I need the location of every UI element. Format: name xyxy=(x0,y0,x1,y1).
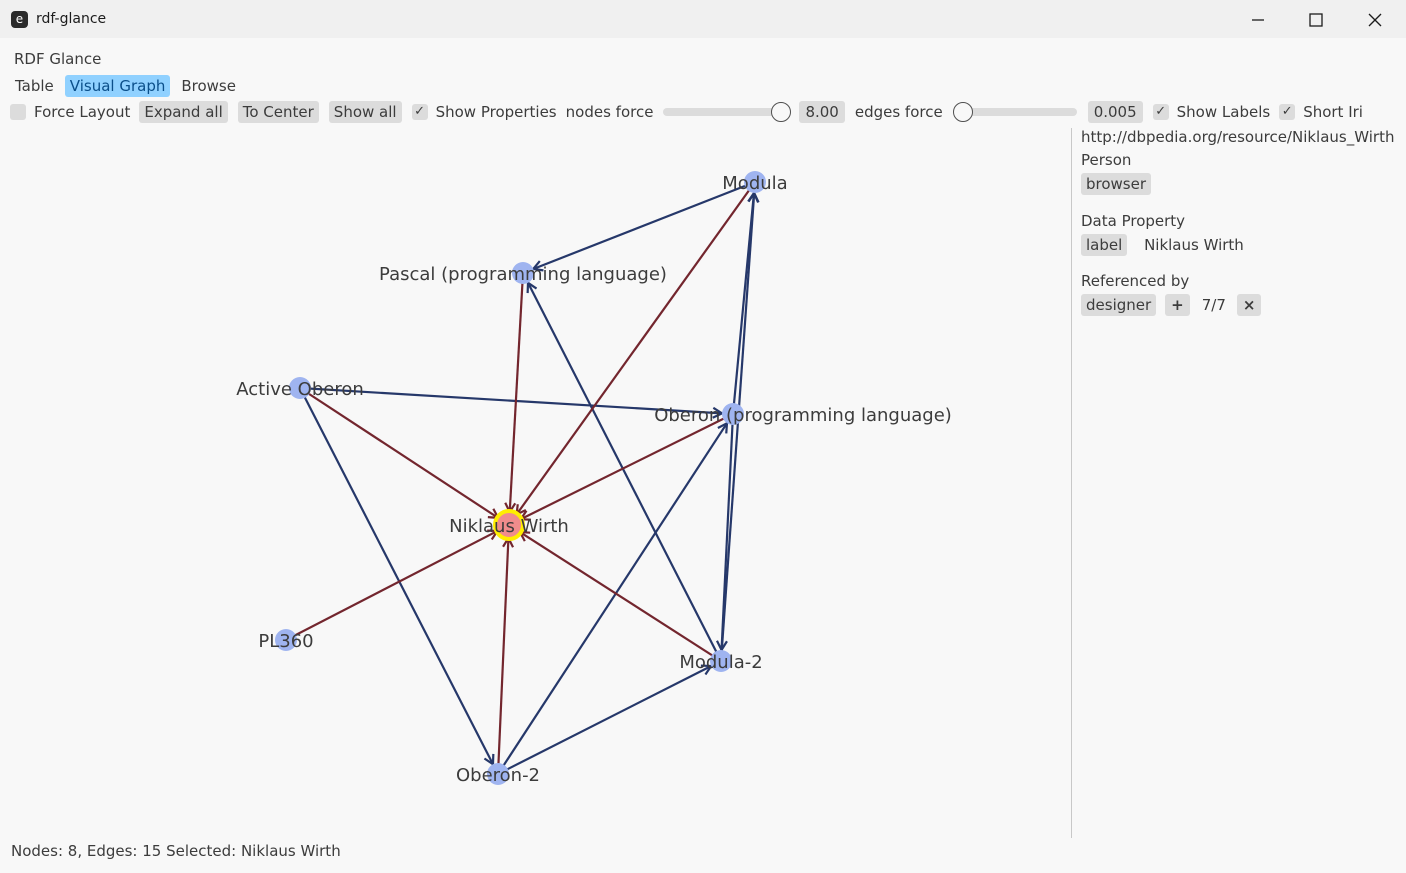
app-icon: e xyxy=(11,11,28,28)
tab-browse[interactable]: Browse xyxy=(176,75,241,97)
edge-modula2-pascal xyxy=(526,280,722,662)
edge-modula-wirth xyxy=(515,181,756,517)
edge-line xyxy=(515,181,756,516)
edge-oberon2-oberon xyxy=(497,421,729,775)
edge-line xyxy=(496,537,510,775)
edge-line xyxy=(520,413,734,521)
edge-oberon2-wirth xyxy=(496,535,515,775)
edge-line xyxy=(527,282,722,662)
maximize-button[interactable] xyxy=(1293,4,1339,34)
node-label: Oberon-2 xyxy=(456,765,540,786)
graph-toolbar: Force Layout Expand all To Center Show a… xyxy=(10,101,1372,123)
status-bar: Nodes: 8, Edges: 15 Selected: Niklaus Wi… xyxy=(11,842,341,860)
edge-line xyxy=(299,387,499,519)
show-labels-checkbox[interactable]: Show Labels xyxy=(1152,103,1271,121)
edge-active_oberon-oberon2 xyxy=(299,387,495,767)
node-label: Pascal (programming language) xyxy=(379,264,667,285)
edge-line xyxy=(532,180,756,271)
edge-line xyxy=(720,413,735,651)
check-icon xyxy=(411,104,428,120)
tab-table[interactable]: Table xyxy=(10,75,59,97)
edges-force-value[interactable]: 0.005 xyxy=(1087,101,1143,123)
edge-pascal-wirth xyxy=(504,272,525,515)
force-layout-checkbox[interactable]: Force Layout xyxy=(10,103,130,121)
title-bar: e rdf-glance xyxy=(0,0,1406,38)
graph-canvas[interactable]: Modula Pascal (programming language) Activ… xyxy=(0,126,1068,838)
short-iri-label: Short Iri xyxy=(1303,103,1363,121)
node-label: Modula xyxy=(722,173,787,194)
minimize-icon xyxy=(1252,19,1264,21)
tab-visual-graph[interactable]: Visual Graph xyxy=(64,75,171,97)
edges-force-label: edges force xyxy=(854,103,943,121)
reference-count: 7/7 xyxy=(1201,296,1226,314)
property-value: Niklaus Wirth xyxy=(1144,236,1244,254)
node-iri: http://dbpedia.org/resource/Niklaus_Wirt… xyxy=(1081,128,1395,146)
maximize-icon xyxy=(1309,13,1323,27)
remove-x-icon[interactable]: × xyxy=(1236,294,1262,316)
slider-handle[interactable] xyxy=(952,102,973,122)
node-label: Modula-2 xyxy=(679,652,762,673)
edge-line xyxy=(519,531,722,662)
node-type: Person xyxy=(1081,151,1132,169)
edge-modula2-wirth xyxy=(518,530,722,662)
slider-handle[interactable] xyxy=(771,102,792,122)
edge-line xyxy=(285,529,498,641)
edge-line xyxy=(497,664,712,775)
app-name: RDF Glance xyxy=(14,50,102,68)
type-tag[interactable]: browser xyxy=(1081,173,1152,195)
edge-modula-pascal xyxy=(531,180,756,272)
view-tabs: Table Visual Graph Browse xyxy=(10,75,247,97)
edge-oberon2-modula2 xyxy=(497,664,714,775)
reference-predicate[interactable]: designer xyxy=(1081,294,1157,316)
nodes-force-label: nodes force xyxy=(565,103,654,121)
show-labels-label: Show Labels xyxy=(1176,103,1271,121)
nodes-force-slider[interactable] xyxy=(663,101,792,123)
node-label: Oberon (programming language) xyxy=(654,405,952,426)
close-icon xyxy=(1368,13,1382,27)
node-label: Niklaus Wirth xyxy=(449,516,569,537)
edge-line xyxy=(299,387,494,765)
edges-force-slider[interactable] xyxy=(952,101,1077,123)
window-title: rdf-glance xyxy=(36,11,107,27)
data-property-heading: Data Property xyxy=(1081,212,1186,230)
check-icon xyxy=(1152,104,1169,120)
edge-pl360-wirth xyxy=(285,529,500,641)
panel-divider[interactable] xyxy=(1071,128,1072,838)
expand-all-button[interactable]: Expand all xyxy=(139,101,228,123)
node-label: Active Oberon xyxy=(236,379,364,400)
node-label: PL360 xyxy=(258,631,313,652)
show-all-button[interactable]: Show all xyxy=(328,101,402,123)
referenced-by-heading: Referenced by xyxy=(1081,272,1190,290)
property-key[interactable]: label xyxy=(1081,234,1128,256)
to-center-button[interactable]: To Center xyxy=(237,101,319,123)
check-icon xyxy=(1279,104,1296,120)
expand-plus-icon[interactable]: + xyxy=(1165,294,1190,316)
edge-oberon-wirth xyxy=(518,413,734,521)
short-iri-checkbox[interactable]: Short Iri xyxy=(1279,103,1363,121)
close-button[interactable] xyxy=(1352,4,1398,34)
force-layout-label: Force Layout xyxy=(34,103,131,121)
checkbox-box xyxy=(10,104,26,120)
minimize-button[interactable] xyxy=(1235,4,1281,34)
edge-line xyxy=(508,272,525,513)
show-properties-label: Show Properties xyxy=(435,103,557,121)
nodes-force-value[interactable]: 8.00 xyxy=(799,101,845,123)
edge-line xyxy=(497,422,728,775)
show-properties-checkbox[interactable]: Show Properties xyxy=(411,103,557,121)
edge-active_oberon-wirth xyxy=(299,387,501,520)
